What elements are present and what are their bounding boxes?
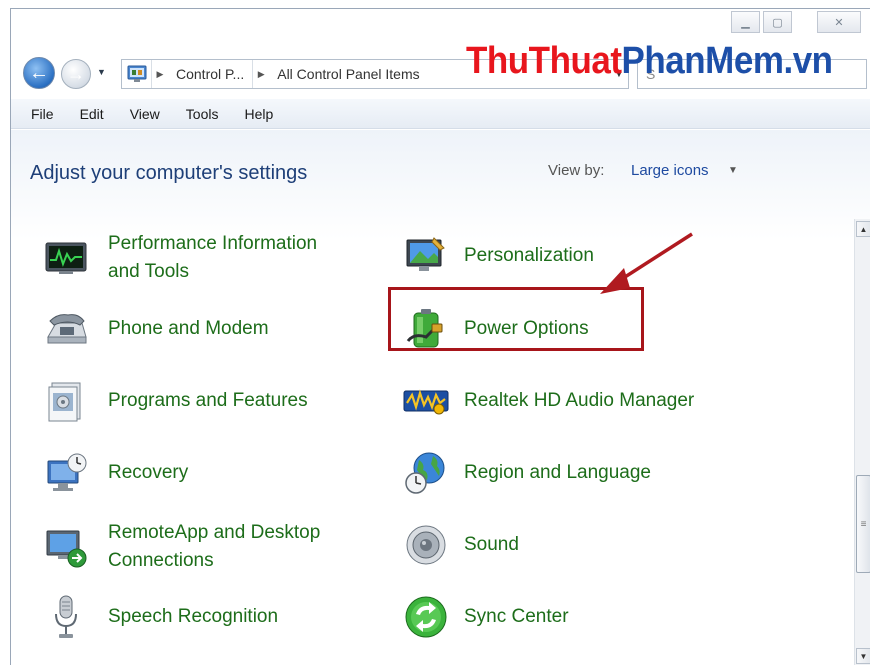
menu-bar: File Edit View Tools Help [11, 99, 870, 129]
close-button[interactable]: ✕ [817, 11, 861, 33]
item-label: Region and Language [464, 462, 652, 483]
item-recovery[interactable]: Recovery [42, 449, 188, 497]
item-label: Recovery [108, 462, 189, 483]
item-label: and Tools [108, 261, 189, 282]
remoteapp-icon [42, 523, 90, 571]
item-label: Sound [464, 534, 519, 555]
view-by-label: View by: [548, 162, 605, 179]
speaker-icon [402, 521, 450, 569]
performance-icon [42, 234, 90, 282]
microphone-icon [42, 593, 90, 641]
scroll-down-icon[interactable]: ▼ [856, 648, 870, 664]
globe-clock-icon [402, 449, 450, 497]
item-sync-center[interactable]: Sync Center [402, 593, 569, 641]
item-programs-and-features[interactable]: Programs and Features [42, 377, 308, 425]
item-label: Sync Center [464, 606, 569, 627]
item-sound[interactable]: Sound [402, 521, 519, 569]
scroll-up-icon[interactable]: ▲ [856, 221, 870, 237]
menu-file[interactable]: File [31, 106, 54, 122]
item-label: Realtek HD Audio Manager [464, 390, 695, 411]
item-region-language[interactable]: Region and Language [402, 449, 651, 497]
breadcrumb-all-items[interactable]: All Control Panel Items [269, 60, 427, 88]
programs-features-icon [42, 377, 90, 425]
page-title: Adjust your computer's settings [30, 162, 308, 184]
breadcrumb-control-panel[interactable]: Control P... [168, 60, 254, 88]
scroll-thumb[interactable]: ≡ [856, 475, 870, 573]
recovery-icon [42, 449, 90, 497]
menu-tools[interactable]: Tools [186, 106, 219, 122]
item-label: Performance Information [108, 233, 318, 254]
sync-icon [402, 593, 450, 641]
breadcrumb-separator-icon[interactable]: ▶ [152, 69, 168, 80]
maximize-button[interactable]: ▢ [763, 11, 792, 33]
menu-help[interactable]: Help [244, 106, 273, 122]
item-speech-recognition[interactable]: Speech Recognition [42, 593, 278, 641]
menu-edit[interactable]: Edit [80, 106, 104, 122]
item-performance-information[interactable]: Performance Information and Tools [42, 230, 317, 286]
annotation-arrow-icon [600, 232, 693, 294]
item-label: Personalization [464, 245, 594, 266]
view-by-caret-icon[interactable]: ▼ [728, 165, 738, 176]
audio-manager-icon [402, 377, 450, 425]
item-label: Programs and Features [108, 390, 308, 411]
breadcrumb-separator-icon[interactable]: ▶ [253, 69, 269, 80]
menu-view[interactable]: View [130, 106, 160, 122]
phone-modem-icon [42, 305, 90, 353]
item-remoteapp[interactable]: RemoteApp and Desktop Connections [42, 519, 320, 575]
recent-pages-dropdown[interactable]: ▼ [97, 67, 106, 77]
vertical-scrollbar[interactable]: ▲ ≡ ▼ [854, 219, 870, 665]
minimize-button[interactable]: ▁ [731, 11, 760, 33]
item-label: Speech Recognition [108, 606, 279, 627]
back-arrow-icon: ← [29, 61, 49, 84]
forward-button[interactable]: → [61, 59, 91, 89]
item-realtek-audio[interactable]: Realtek HD Audio Manager [402, 377, 694, 425]
item-personalization[interactable]: Personalization [402, 232, 594, 280]
watermark-logo: ThuThuatPhanMem.vn [466, 40, 833, 82]
item-label: Phone and Modem [108, 318, 269, 339]
back-button[interactable]: ← [23, 57, 55, 89]
view-by-dropdown[interactable]: Large icons [631, 162, 709, 179]
item-phone-and-modem[interactable]: Phone and Modem [42, 305, 269, 353]
personalization-icon [402, 232, 450, 280]
forward-arrow-icon: → [67, 63, 85, 84]
control-panel-icon [122, 60, 152, 88]
item-label: RemoteApp and Desktop [108, 522, 321, 543]
item-label: Connections [108, 550, 214, 571]
